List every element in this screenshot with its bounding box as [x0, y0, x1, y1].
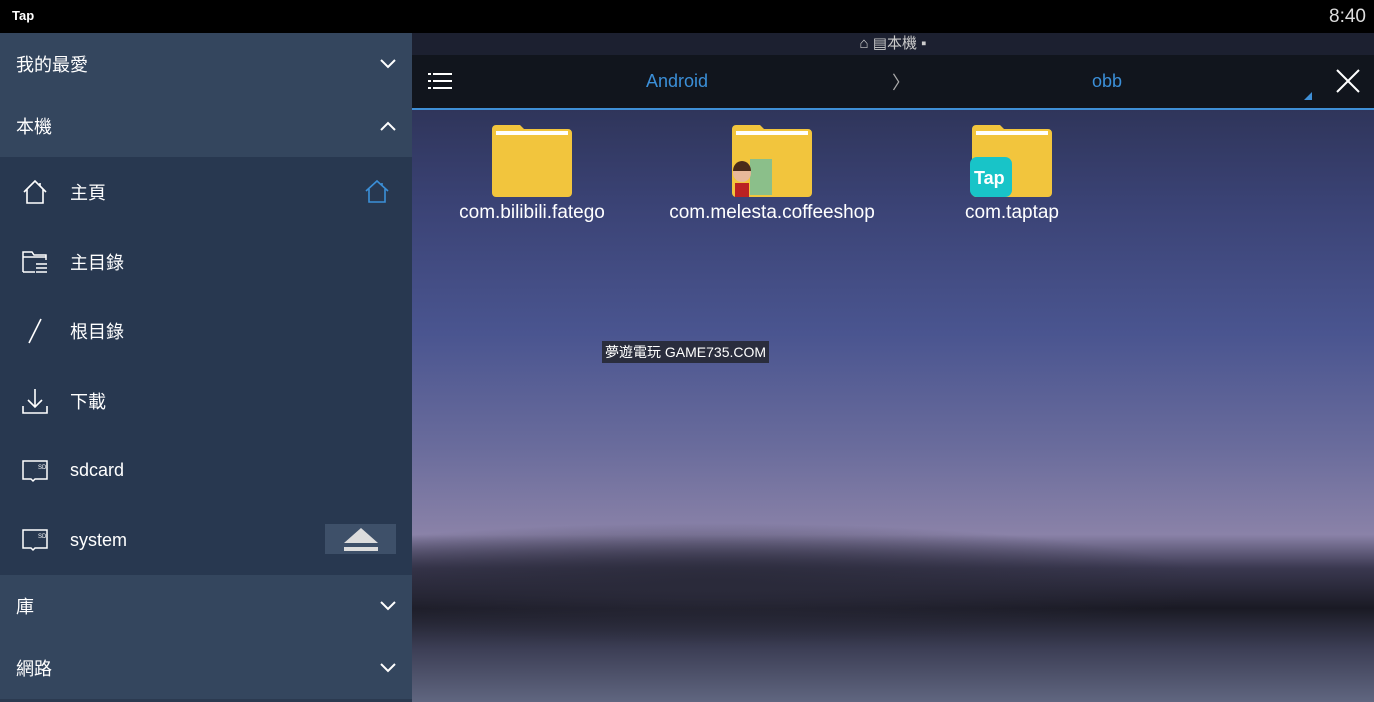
- sidebar-item-label: sdcard: [70, 460, 125, 481]
- folder-icon: [732, 125, 812, 197]
- watermark: 夢遊電玩 GAME735.COM: [602, 341, 770, 363]
- section-label: 庫: [16, 597, 34, 618]
- slash-icon: [28, 318, 42, 344]
- svg-text:SD: SD: [38, 465, 47, 471]
- menu-icon[interactable]: [428, 71, 452, 91]
- folder-icon: Tap: [970, 125, 1052, 197]
- sidebar-item-label: 主目錄: [70, 252, 124, 273]
- home-icon: [23, 179, 47, 204]
- folder-item[interactable]: Tap com.taptap: [892, 121, 1132, 225]
- section-library[interactable]: 庫: [0, 575, 412, 638]
- sdcard-icon: SD: [22, 459, 48, 482]
- location-bar: ⌂ ▤本機 ▪: [412, 33, 1374, 55]
- section-label: 我的最愛: [16, 55, 88, 75]
- section-label: 網路: [16, 659, 52, 680]
- taptap-badge: Tap: [974, 168, 1005, 188]
- section-favorites[interactable]: 我的最愛: [0, 33, 412, 95]
- chevron-down-icon: [380, 59, 396, 69]
- breadcrumb-android[interactable]: Android: [646, 71, 708, 92]
- breadcrumb-separator: 〉: [892, 73, 910, 93]
- sidebar-item-label: 根目錄: [70, 322, 124, 343]
- sidebar: 我的最愛 本機 主頁 主目錄 根目錄 下載 SD sdcard SD syste…: [0, 33, 412, 702]
- toolbar: Android 〉 obb: [412, 55, 1374, 110]
- download-icon: [22, 388, 48, 414]
- folder-name: com.taptap: [965, 202, 1059, 223]
- sidebar-item-label: 主頁: [70, 182, 106, 203]
- sidebar-item-home[interactable]: 主頁: [0, 157, 412, 227]
- svg-text:SD: SD: [38, 534, 47, 540]
- chevron-up-icon: [380, 121, 396, 131]
- sidebar-item-label: system: [70, 529, 128, 550]
- clock: 8:40: [1329, 6, 1366, 27]
- status-bar: Tap 8:40: [0, 0, 1374, 33]
- dropdown-indicator[interactable]: [1304, 92, 1312, 100]
- eject-button[interactable]: [325, 524, 396, 555]
- section-label: 本機: [16, 117, 52, 137]
- folder-item[interactable]: com.bilibili.fatego: [412, 121, 652, 225]
- eject-icon: [343, 528, 378, 552]
- sidebar-item-sdcard[interactable]: SD sdcard: [0, 436, 412, 506]
- section-local[interactable]: 本機: [0, 95, 412, 157]
- chevron-down-icon: [380, 601, 396, 611]
- chevron-down-icon: [380, 663, 396, 673]
- section-network[interactable]: 網路: [0, 637, 412, 700]
- sidebar-item-download[interactable]: 下載: [0, 366, 412, 436]
- folder-icon: [492, 125, 572, 197]
- breadcrumb-obb[interactable]: obb: [1092, 71, 1122, 92]
- home-icon[interactable]: [364, 179, 390, 205]
- close-icon[interactable]: [1336, 69, 1360, 93]
- folder-name: com.bilibili.fatego: [459, 202, 605, 223]
- sidebar-item-home-directory[interactable]: 主目錄: [0, 227, 412, 297]
- sidebar-item-label: 下載: [70, 391, 106, 412]
- app-name: Tap: [12, 8, 35, 23]
- folder-list-icon: [22, 250, 47, 273]
- folder-item[interactable]: com.melesta.coffeeshop: [652, 121, 892, 225]
- folder-name: com.melesta.coffeeshop: [669, 202, 875, 223]
- sidebar-item-root[interactable]: 根目錄: [0, 296, 412, 366]
- sdcard-icon: SD: [22, 529, 48, 552]
- file-browser: ⌂ ▤本機 ▪ Android 〉 obb com.bilibili.fateg…: [412, 33, 1374, 702]
- location-label: 本機: [886, 35, 917, 52]
- sidebar-item-system[interactable]: SD system: [0, 505, 412, 575]
